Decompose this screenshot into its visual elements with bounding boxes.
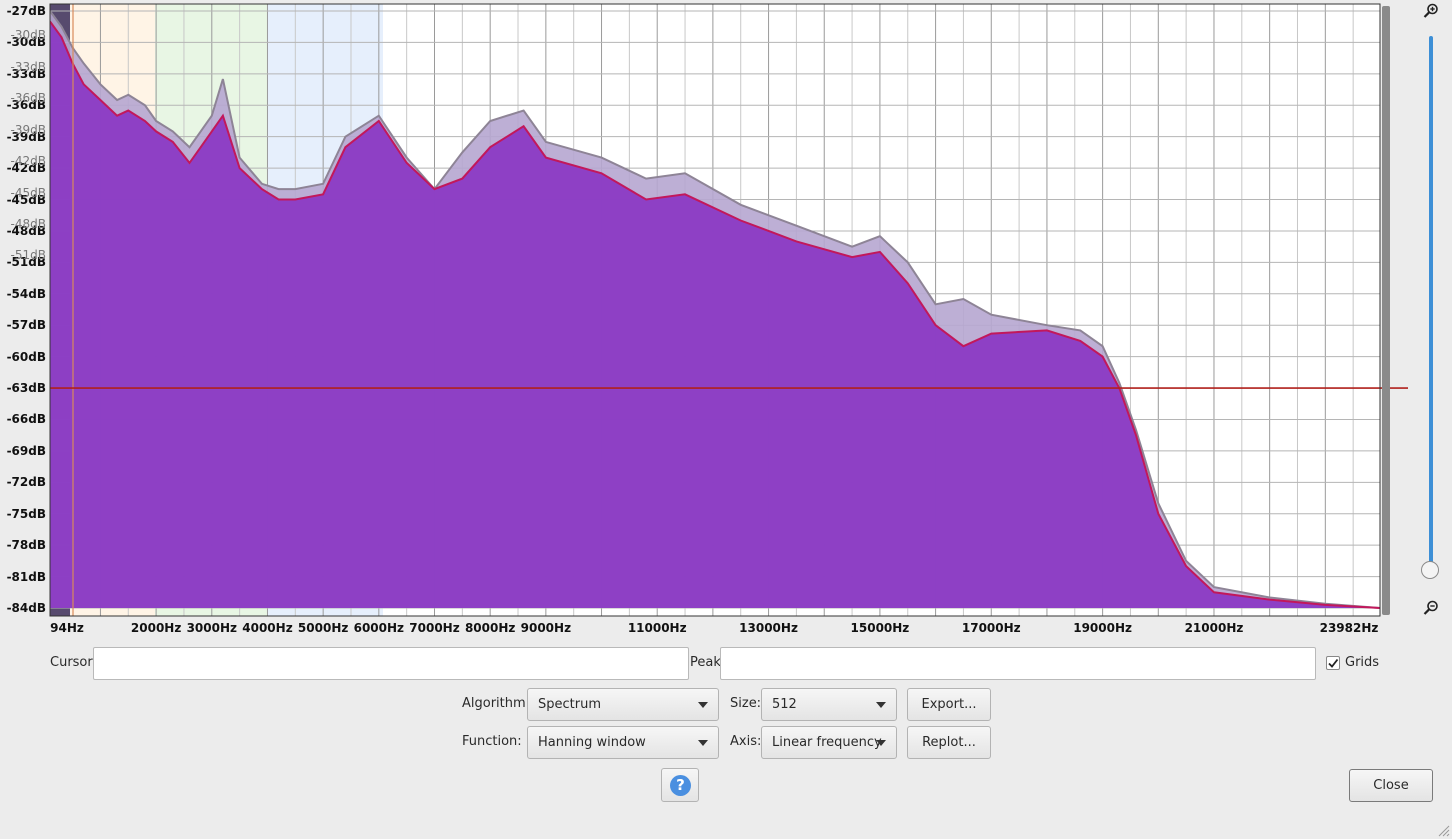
size-value: 512 xyxy=(772,697,797,712)
x-tick-label: 3000Hz xyxy=(186,621,237,635)
algorithm-value: Spectrum xyxy=(538,697,601,712)
y-tick-label: -69dB xyxy=(6,443,46,458)
algorithm-select[interactable]: Spectrum xyxy=(527,688,719,721)
x-tick-label: 17000Hz xyxy=(961,621,1021,635)
axis-select[interactable]: Linear frequency xyxy=(761,726,897,759)
help-button[interactable]: ? xyxy=(661,768,699,802)
y-tick-label-ghost: -45dB xyxy=(10,185,46,200)
cursor-label: Cursor: xyxy=(50,655,97,670)
vertical-scrollbar[interactable] xyxy=(1382,6,1390,615)
y-tick-label-ghost: -42dB xyxy=(10,154,46,169)
export-button[interactable]: Export... xyxy=(907,688,991,721)
chevron-down-icon xyxy=(876,740,886,746)
y-tick-label: -27dB xyxy=(6,4,46,18)
y-tick-label: -81dB xyxy=(6,569,46,584)
y-tick-label: -60dB xyxy=(6,349,46,364)
y-tick-label-ghost: -48dB xyxy=(10,216,46,231)
chevron-down-icon xyxy=(876,702,886,708)
chevron-down-icon xyxy=(698,702,708,708)
peak-field[interactable] xyxy=(720,647,1316,680)
x-tick-label: 94Hz xyxy=(50,621,84,635)
chevron-down-icon xyxy=(698,740,708,746)
size-label: Size: xyxy=(730,696,762,711)
y-tick-label: -78dB xyxy=(6,538,46,553)
x-tick-label: 7000Hz xyxy=(409,621,460,635)
x-tick-label: 4000Hz xyxy=(242,621,293,635)
x-tick-label: 13000Hz xyxy=(739,621,798,635)
band-marker-line xyxy=(72,4,74,616)
y-tick-label: -57dB xyxy=(6,318,46,333)
y-tick-label: -75dB xyxy=(6,506,46,521)
x-tick-label: 5000Hz xyxy=(297,621,349,635)
close-button[interactable]: Close xyxy=(1349,769,1433,802)
x-tick-label: 8000Hz xyxy=(464,621,516,635)
y-tick-label: -72dB xyxy=(6,475,46,490)
x-tick-label: 19000Hz xyxy=(1073,621,1132,635)
x-tick-label: 15000Hz xyxy=(850,621,910,635)
x-tick-label: 21000Hz xyxy=(1184,621,1244,635)
grids-checkbox[interactable] xyxy=(1326,656,1340,670)
axis-label: Axis: xyxy=(730,734,762,749)
help-icon: ? xyxy=(670,775,691,796)
y-tick-label: -54dB xyxy=(6,286,46,301)
y-tick-label-ghost: -36dB xyxy=(10,91,46,106)
zoom-in-icon[interactable] xyxy=(1423,3,1439,19)
zoom-slider-handle[interactable] xyxy=(1421,561,1439,580)
y-tick-label-ghost: -39dB xyxy=(10,122,46,137)
y-tick-label-ghost: -30dB xyxy=(10,28,46,43)
zoom-slider-track[interactable] xyxy=(1429,36,1433,576)
x-tick-label: 2000Hz xyxy=(130,621,182,635)
y-tick-label: -84dB xyxy=(6,601,46,615)
size-select[interactable]: 512 xyxy=(761,688,897,721)
x-tick-label: 6000Hz xyxy=(353,621,405,635)
y-tick-label-ghost: -51dB xyxy=(10,248,46,263)
replot-button[interactable]: Replot... xyxy=(907,726,991,759)
zoom-out-icon[interactable] xyxy=(1423,600,1439,616)
x-tick-label: 9000Hz xyxy=(520,621,572,635)
resize-grip-icon[interactable] xyxy=(1436,823,1450,837)
y-tick-label: -66dB xyxy=(6,412,46,427)
x-tick-label: 23982Hz xyxy=(1319,621,1379,635)
function-value: Hanning window xyxy=(538,735,646,750)
function-label: Function: xyxy=(462,734,522,749)
y-tick-label: -63dB xyxy=(6,381,46,396)
x-tick-label: 11000Hz xyxy=(627,621,687,635)
function-select[interactable]: Hanning window xyxy=(527,726,719,759)
spectrum-plot[interactable] xyxy=(0,0,1452,640)
axis-value: Linear frequency xyxy=(772,735,882,750)
grids-label: Grids xyxy=(1345,655,1380,670)
y-tick-label-ghost: -33dB xyxy=(10,59,46,74)
cursor-field[interactable] xyxy=(93,647,689,680)
algorithm-label: Algorithm: xyxy=(462,696,531,711)
checkmark-icon xyxy=(1328,658,1339,668)
